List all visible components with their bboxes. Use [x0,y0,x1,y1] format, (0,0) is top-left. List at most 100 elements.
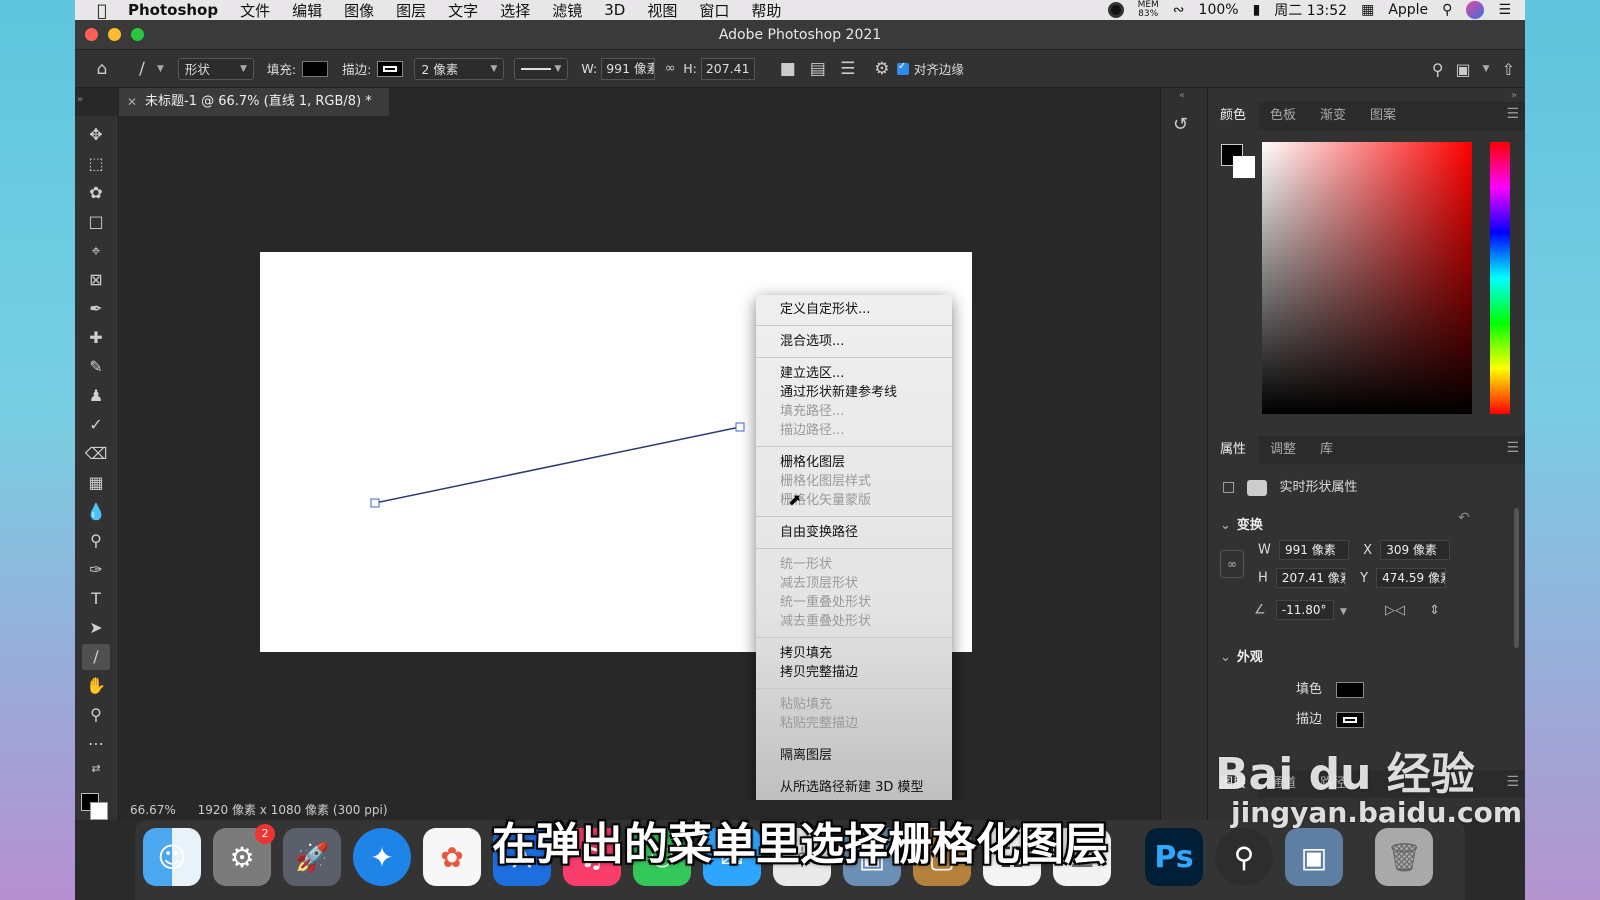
history-panel-icon[interactable]: ↺ [1173,114,1188,135]
frame-tool-icon[interactable]: ⊠ [82,267,110,293]
menu-item-define-custom-shape[interactable]: 定义自定形状... [756,300,952,319]
siri-icon[interactable] [1466,1,1485,19]
tab-swatches[interactable]: 色板 [1258,102,1308,130]
hue-slider[interactable] [1490,142,1510,414]
menu-3d[interactable]: 3D [593,1,636,19]
stroke-swatch[interactable] [377,60,404,77]
menu-app-photoshop[interactable]: Photoshop [117,1,229,19]
flip-horizontal-icon[interactable]: ▷◁ [1385,603,1405,618]
collapse-strip-icon[interactable]: « [1179,90,1185,101]
minimize-window-button[interactable] [108,28,121,41]
shape-bounds-icon[interactable]: □ [1222,479,1235,495]
input-method-icon[interactable]: ▦ [1361,2,1374,18]
prop-width-input[interactable]: 991 像素 [1279,540,1349,560]
eraser-tool-icon[interactable]: ⌫ [82,441,110,467]
menu-filter[interactable]: 滤镜 [541,0,593,21]
brush-tool-icon[interactable]: ✎ [82,354,110,380]
menu-file[interactable]: 文件 [229,0,281,21]
close-window-button[interactable] [85,28,98,41]
anchor-point-start[interactable] [370,498,380,508]
marquee-tool-icon[interactable]: ⬚ [82,151,110,177]
line-tool-icon[interactable]: ∕ [82,644,110,670]
properties-scrollbar[interactable] [1514,508,1519,648]
history-brush-tool-icon[interactable]: ✓ [82,412,110,438]
menu-select[interactable]: 选择 [489,0,541,21]
tool-mode-select[interactable]: 形状 ▼ [177,57,254,80]
tab-color[interactable]: 颜色 [1208,102,1259,130]
search-icon[interactable]: ⚲ [1432,60,1444,79]
color-panel-swatches[interactable] [1221,144,1255,178]
move-tool-icon[interactable]: ✥ [82,122,110,148]
stroke-type-select[interactable]: ▼ [514,57,569,80]
appearance-fill-swatch[interactable] [1336,681,1365,698]
menu-item-isolate-layers[interactable]: 隔离图层 [756,746,952,765]
hand-tool-icon[interactable]: ✋ [82,673,110,699]
object-select-tool-icon[interactable]: □ [82,209,110,235]
menu-window[interactable]: 窗口 [688,0,740,21]
menu-type[interactable]: 文字 [437,0,489,21]
link-icon[interactable]: ∞ [1220,550,1244,578]
menu-help[interactable]: 帮助 [740,0,792,21]
line-tool-preset-icon[interactable]: ∕ [127,59,157,79]
clock[interactable]: 周二 13:52 [1274,0,1347,20]
mem-indicator[interactable]: MEM 83% [1138,1,1159,19]
expand-panels-icon[interactable]: » [77,94,83,105]
swap-colors-icon[interactable]: ⇄ [82,756,110,782]
tab-properties[interactable]: 属性 [1208,436,1259,464]
appearance-stroke-swatch[interactable] [1336,711,1365,728]
menu-item-rasterize-layer[interactable]: 栅格化图层 [756,453,952,472]
prop-y-input[interactable]: 474.59 像素 [1376,568,1447,588]
fill-swatch[interactable] [302,60,329,77]
user-name[interactable]: Apple [1388,2,1428,18]
color-panel-background[interactable] [1233,156,1255,178]
height-input[interactable]: 207.41 像 [700,57,755,80]
type-tool-icon[interactable]: T [82,586,110,612]
color-picker-field[interactable] [1262,142,1472,414]
zoom-tool-icon[interactable]: ⚲ [82,702,110,728]
menu-item-free-transform-path[interactable]: 自由变换路径 [756,523,952,542]
chevron-down-icon[interactable]: ▼ [1340,607,1347,617]
share-icon[interactable]: ⇧ [1502,60,1515,79]
preset-chevron-down-icon[interactable]: ▼ [157,64,164,74]
workspace-icon[interactable]: ▣ [1456,60,1471,79]
pen-tool-icon[interactable]: ✑ [82,557,110,583]
menu-item-new-guides-from-shape[interactable]: 通过形状新建参考线 [756,383,952,402]
tab-libraries[interactable]: 库 [1308,436,1345,464]
more-tools-icon[interactable]: ⋯ [82,731,110,757]
tab-adjustments[interactable]: 调整 [1258,436,1308,464]
appearance-section-header[interactable]: ⌄ 外观 [1220,646,1263,665]
link-icon[interactable]: ∞ [659,61,681,76]
path-operations-icon[interactable]: ■ [773,59,803,79]
menu-item-make-selection[interactable]: 建立选区... [756,364,952,383]
path-select-tool-icon[interactable]: ➤ [82,615,110,641]
close-icon[interactable]: ✕ [127,88,137,116]
control-center-icon[interactable]: ☰ [1498,2,1511,18]
menu-edit[interactable]: 编辑 [281,0,333,21]
menu-layer[interactable]: 图层 [385,0,437,21]
lasso-tool-icon[interactable]: ✿ [82,180,110,206]
record-icon[interactable] [1107,2,1124,18]
healing-brush-tool-icon[interactable]: ✚ [82,325,110,351]
collapse-panels-icon[interactable]: » [1511,90,1517,101]
anchor-point-end[interactable] [735,422,745,432]
align-edges-checkbox[interactable] [896,61,909,75]
wifi-icon[interactable]: ∾ [1173,2,1185,18]
menu-item-blending-options[interactable]: 混合选项... [756,332,952,351]
width-input[interactable]: 991 像素 [601,57,656,80]
blur-tool-icon[interactable]: 💧 [82,499,110,525]
panel-menu-icon[interactable]: ☰ [1506,440,1519,456]
eyedropper-tool-icon[interactable]: ✒ [82,296,110,322]
gradient-tool-icon[interactable]: ▦ [82,470,110,496]
gear-icon[interactable]: ⚙ [867,59,897,79]
mask-icon[interactable] [1247,479,1268,496]
reset-icon[interactable]: ↶ [1458,510,1470,526]
path-alignment-icon[interactable]: ▤ [803,59,833,79]
flip-vertical-icon[interactable]: ⇕ [1429,603,1440,618]
menu-view[interactable]: 视图 [636,0,688,21]
home-icon[interactable]: ⌂ [87,59,117,79]
battery-icon[interactable]: ▮ [1253,2,1261,18]
document-tab[interactable]: ✕ 未标题-1 @ 66.7% (直线 1, RGB/8) * [119,88,389,116]
prop-x-input[interactable]: 309 像素 [1380,540,1451,560]
menu-item-new-3d-from-path[interactable]: 从所选路径新建 3D 模型 [756,778,952,797]
menu-item-copy-fill[interactable]: 拷贝填充 [756,644,952,663]
